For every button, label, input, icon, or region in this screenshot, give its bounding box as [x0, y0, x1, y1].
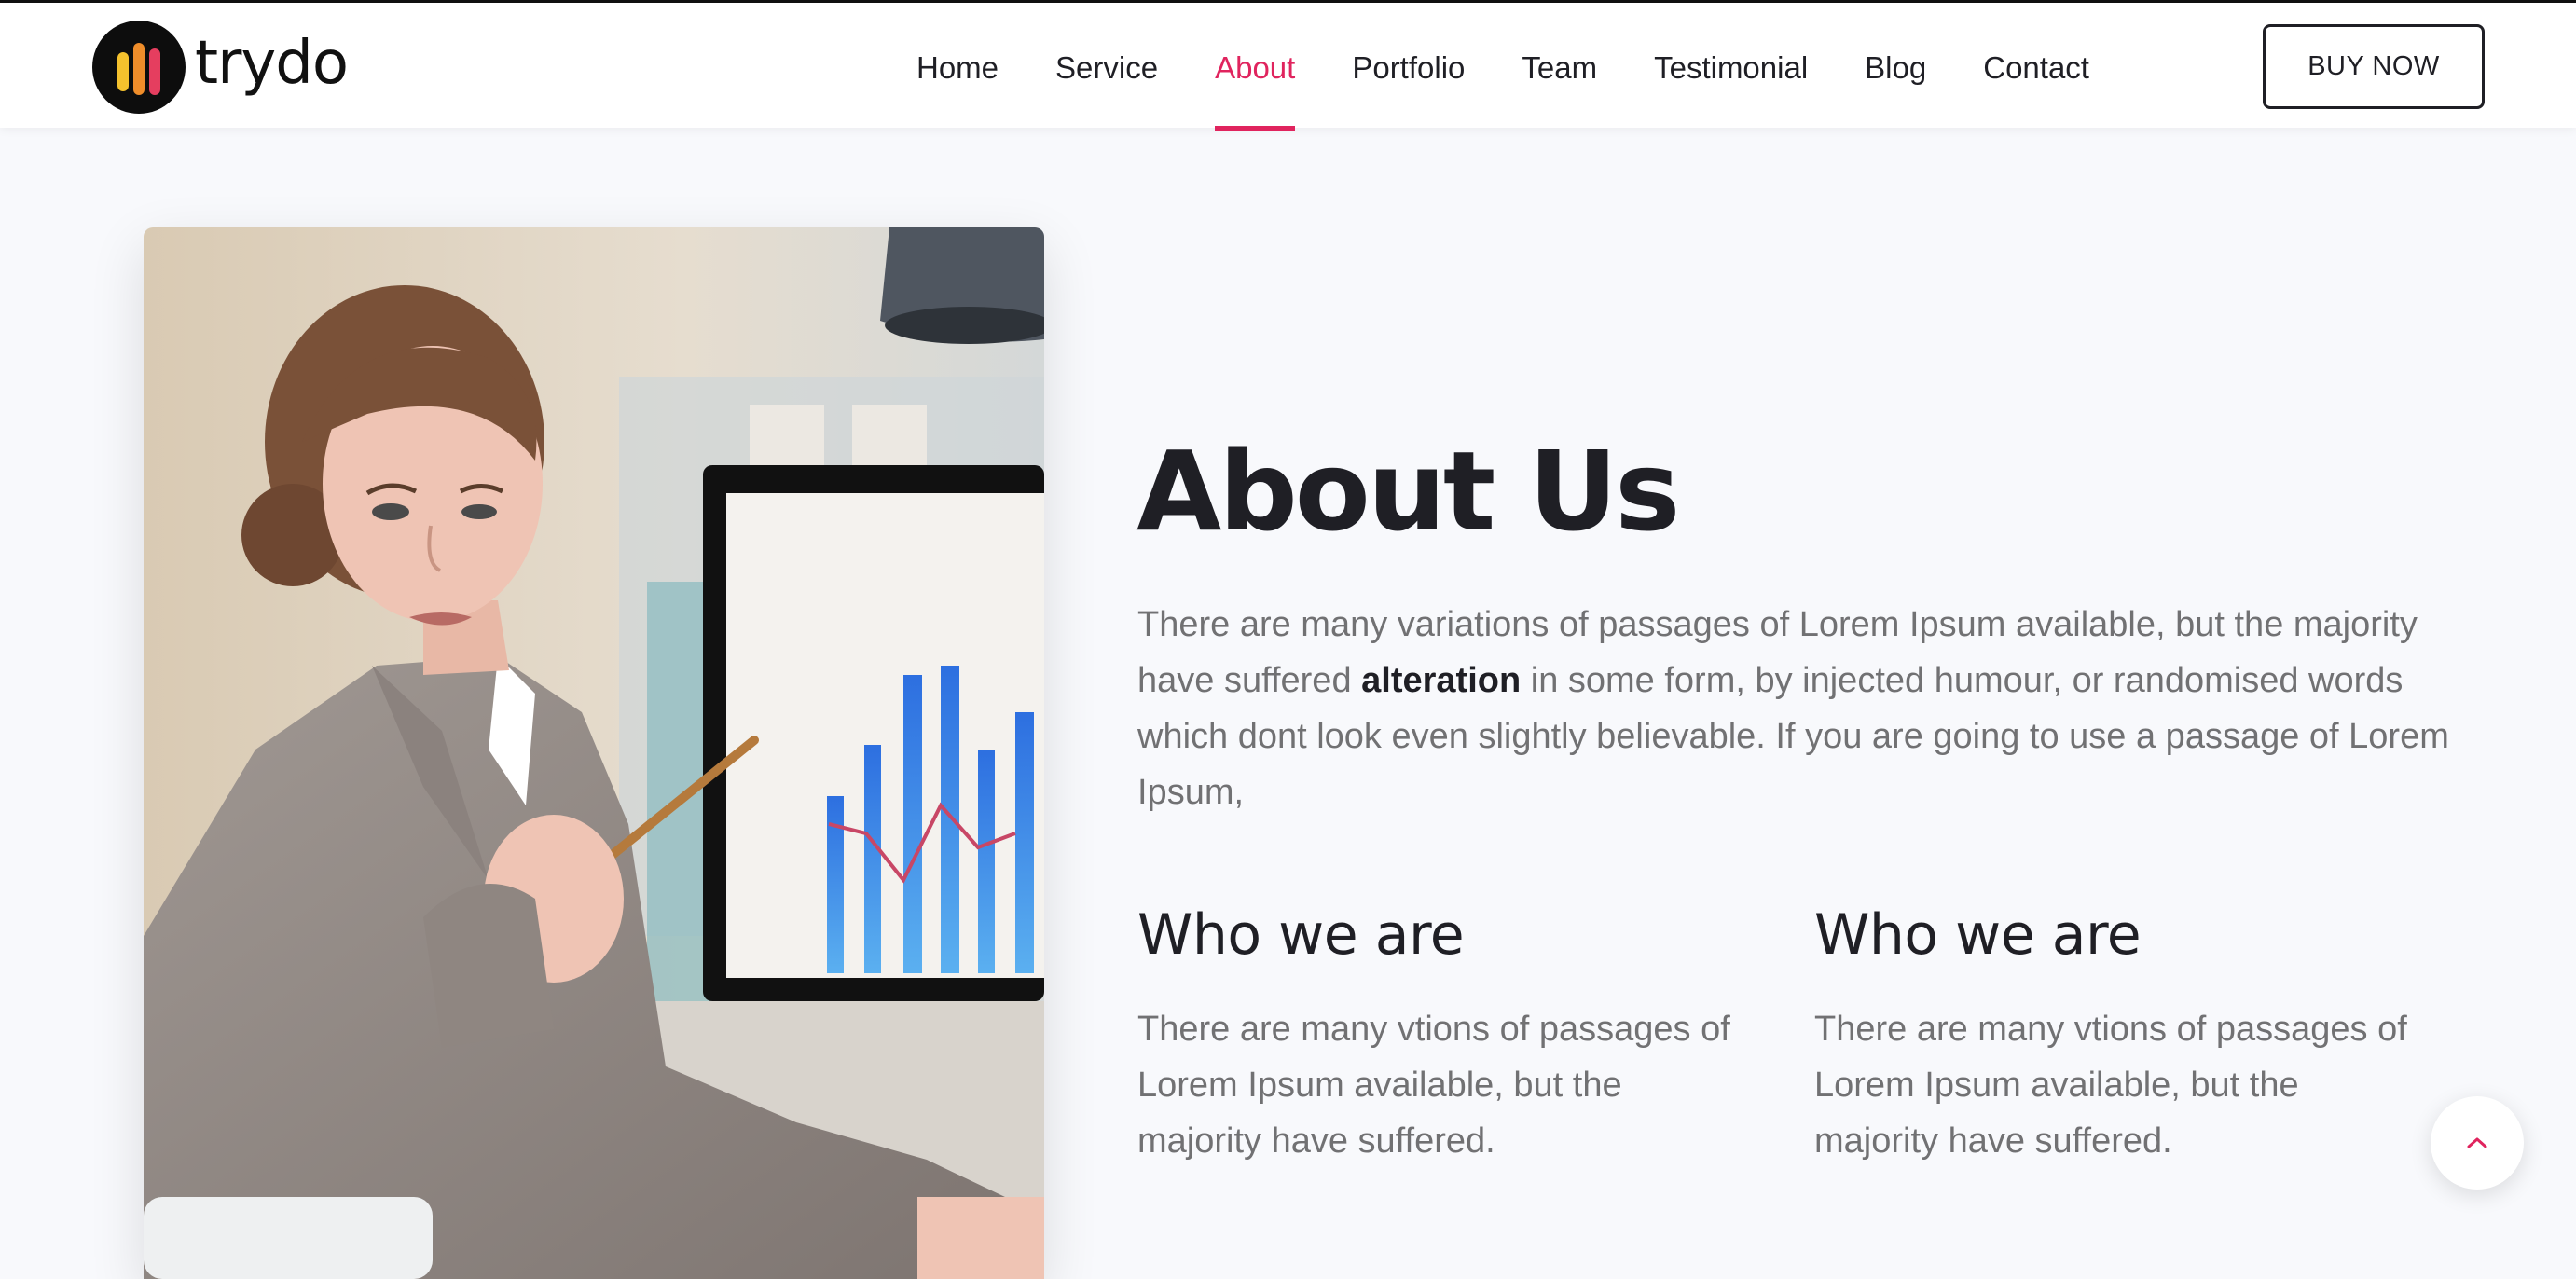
- nav-item-blog[interactable]: Blog: [1865, 6, 1926, 131]
- column-text: There are many vtions of passages of Lor…: [1814, 1010, 2407, 1161]
- brand-name: trydo: [195, 29, 349, 98]
- active-nav-indicator: [1215, 126, 1296, 131]
- chevron-up-icon: [2467, 1137, 2487, 1148]
- highlighted-word: alteration: [1361, 661, 1522, 700]
- logo[interactable]: trydo: [92, 19, 349, 116]
- column-text: There are many vtions of passages of Lor…: [1137, 1010, 1730, 1161]
- main-nav: Home Service About Portfolio Team Testim…: [916, 6, 2089, 131]
- nav-item-service[interactable]: Service: [1055, 6, 1158, 131]
- who-we-are-column-2: Who we are There are many vtions of pass…: [1814, 904, 2430, 1169]
- about-title: About Us: [1136, 427, 1680, 556]
- who-we-are-column-1: Who we are There are many vtions of pass…: [1137, 904, 1753, 1169]
- scroll-to-top-button[interactable]: [2431, 1096, 2524, 1190]
- businesswoman-photo: [144, 227, 1044, 1279]
- nav-item-contact[interactable]: Contact: [1983, 6, 2089, 131]
- column-title: Who we are: [1137, 902, 1465, 968]
- column-title: Who we are: [1814, 902, 2142, 968]
- buy-now-button[interactable]: BUY NOW: [2263, 24, 2485, 109]
- site-header: trydo Home Service About Portfolio Team …: [0, 3, 2576, 131]
- nav-item-home[interactable]: Home: [916, 6, 999, 131]
- nav-item-portfolio[interactable]: Portfolio: [1352, 6, 1465, 131]
- nav-item-testimonial[interactable]: Testimonial: [1654, 6, 1808, 131]
- nav-item-about[interactable]: About: [1215, 6, 1296, 131]
- nav-item-team[interactable]: Team: [1522, 6, 1597, 131]
- about-description: There are many variations of passages of…: [1137, 605, 2449, 812]
- bars-logo-icon: [92, 21, 186, 114]
